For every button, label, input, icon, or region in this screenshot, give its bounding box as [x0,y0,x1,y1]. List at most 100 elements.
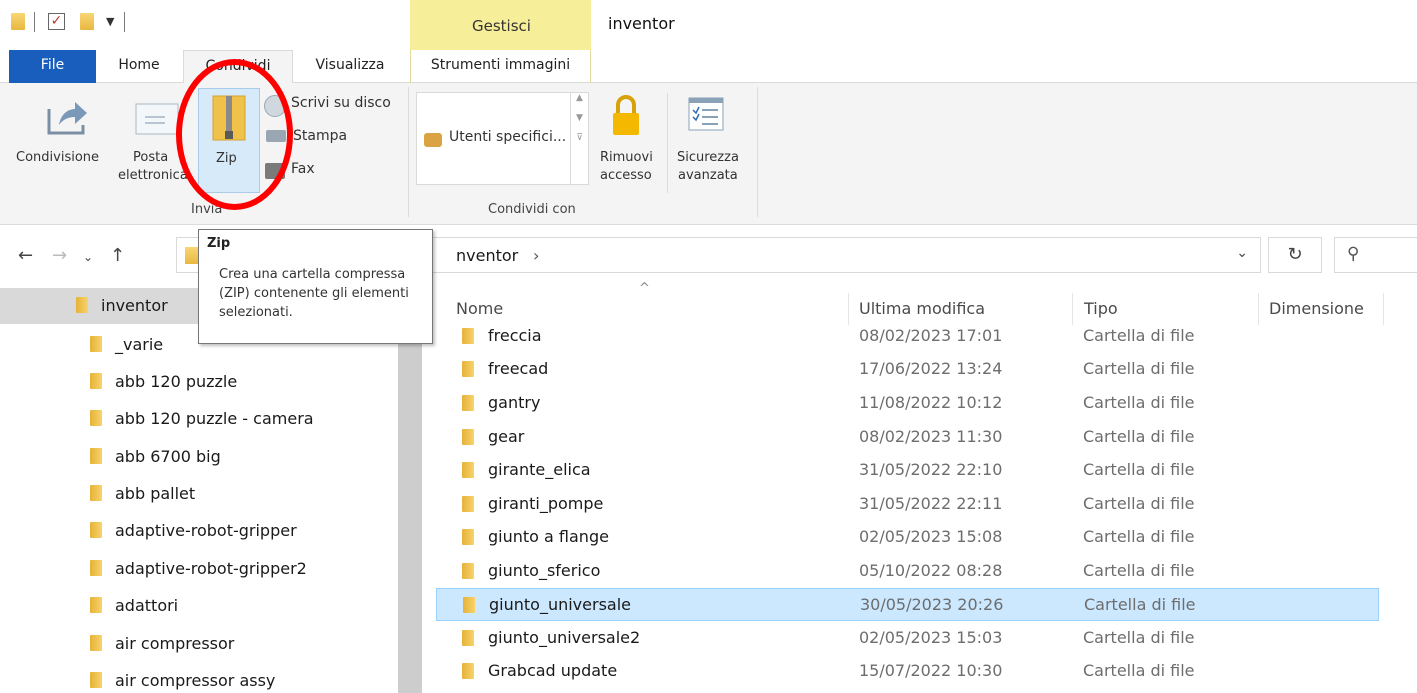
tab-file[interactable]: File [9,50,96,83]
forward-icon[interactable]: → [52,245,67,266]
address-dropdown-icon[interactable]: ⌄ [1236,245,1248,261]
folder-icon [90,635,102,651]
tooltip-text: Crea una cartella compressa (ZIP) conten… [219,267,409,320]
navigation-pane: inventor _varie abb 120 puzzle abb 120 p… [0,285,426,693]
table-row[interactable]: giunto_universale2 02/05/2023 15:03 Cart… [436,622,1379,655]
file-name: gear [488,427,525,446]
rimuovi-label-line1[interactable]: Rimuovi [600,149,653,166]
table-row[interactable]: girante_elica 31/05/2022 22:10 Cartella … [436,454,1379,487]
tree-item[interactable]: air compressor assy [0,663,398,693]
folder-icon [462,496,474,512]
scrollbar-thumb[interactable] [398,343,422,693]
breadcrumb[interactable]: nventor [456,246,518,265]
column-header-name[interactable]: Nome [456,299,503,318]
folder-icon [462,328,474,344]
tree-item[interactable]: abb 6700 big [0,439,398,475]
tree-item[interactable]: abb 120 puzzle - camera [0,401,398,437]
tab-strumenti-immagini[interactable]: Strumenti immagini [410,50,591,83]
folder-icon [462,529,474,545]
tree-item-label: _varie [115,335,164,354]
column-header-type[interactable]: Tipo [1084,299,1118,318]
stampa-button[interactable]: Stampa [293,128,347,144]
scrivi-su-disco-button[interactable]: Scrivi su disco [291,95,391,111]
search-input[interactable]: ⚲ [1334,237,1417,273]
column-header-size[interactable]: Dimensione [1269,299,1364,318]
posta-label-line2[interactable]: elettronica [118,167,188,184]
new-folder-icon[interactable] [80,13,94,30]
table-row[interactable]: gear 08/02/2023 11:30 Cartella di file [436,421,1379,454]
utenti-specifici-item[interactable]: Utenti specifici... [449,129,566,145]
recent-locations-icon[interactable]: ⌄ [83,250,93,264]
folder-icon [185,247,199,264]
email-icon[interactable] [135,103,179,135]
file-date: 15/07/2022 10:30 [859,661,1003,680]
file-type: Cartella di file [1083,393,1195,412]
lock-icon [613,95,639,135]
back-icon[interactable]: ← [18,245,33,266]
properties-icon[interactable]: ✓ [48,13,65,30]
file-type: Cartella di file [1083,527,1195,546]
file-date: 30/05/2023 20:26 [860,595,1004,614]
table-row[interactable]: Grabcad update 15/07/2022 10:30 Cartella… [436,655,1379,688]
breadcrumb-chevron-icon[interactable]: › [533,246,539,265]
security-checklist-icon [688,97,724,131]
sicurezza-label-line1[interactable]: Sicurezza [677,149,739,166]
search-icon: ⚲ [1347,244,1360,264]
file-type: Cartella di file [1083,460,1195,479]
tab-visualizza[interactable]: Visualizza [300,50,400,83]
file-type: Cartella di file [1084,595,1196,614]
file-type: Cartella di file [1083,628,1195,647]
tree-item[interactable]: adattori [0,588,398,624]
tree-item[interactable]: adaptive-robot-gripper2 [0,551,398,587]
tab-home[interactable]: Home [104,50,174,83]
ribbon-separator [667,93,668,193]
table-row[interactable]: gantry 11/08/2022 10:12 Cartella di file [436,387,1379,420]
tree-item[interactable]: abb pallet [0,476,398,512]
tree-item[interactable]: adaptive-robot-gripper [0,513,398,549]
posta-label-line1[interactable]: Posta [133,149,168,166]
rimuovi-label-line2[interactable]: accesso [600,167,652,184]
column-header-modified[interactable]: Ultima modifica [859,299,985,318]
file-date: 17/06/2022 13:24 [859,359,1003,378]
table-row[interactable]: freccia 08/02/2023 17:01 Cartella di fil… [436,320,1379,353]
customize-toolbar-icon[interactable]: ▼ [106,15,114,28]
refresh-icon[interactable]: ↻ [1268,237,1322,273]
fax-button[interactable]: Fax [291,161,315,177]
folder-icon [90,597,102,613]
file-type: Cartella di file [1083,494,1195,513]
condivisione-button[interactable]: Condivisione [16,149,99,166]
folder-icon [76,297,88,313]
folder-icon [90,448,102,464]
column-separator[interactable] [1383,293,1384,325]
zip-tooltip: Zip Crea una cartella compressa (ZIP) co… [198,229,433,344]
tree-item[interactable]: air compressor [0,626,398,662]
file-name: giunto_universale [489,595,631,614]
file-name: giunto a flange [488,527,609,546]
context-tab-gestisci[interactable]: Gestisci [472,17,531,35]
tree-item-label: adaptive-robot-gripper2 [115,559,307,578]
table-row[interactable]: giunto_sferico 05/10/2022 08:28 Cartella… [436,555,1379,588]
sort-ascending-icon: ^ [639,281,650,296]
up-icon[interactable]: ↑ [110,245,125,266]
file-name: giunto_universale2 [488,628,641,647]
table-row[interactable]: giunto a flange 02/05/2023 15:08 Cartell… [436,521,1379,554]
folder-icon [90,373,102,389]
file-list: ^ Nome Ultima modifica Tipo Dimensione f… [426,281,1417,693]
folder-icon[interactable] [11,13,25,30]
file-date: 08/02/2023 17:01 [859,326,1003,345]
file-type: Cartella di file [1083,561,1195,580]
share-icon[interactable] [45,97,89,137]
table-row[interactable]: giranti_pompe 31/05/2022 22:11 Cartella … [436,488,1379,521]
file-type: Cartella di file [1083,359,1195,378]
sicurezza-label-line2[interactable]: avanzata [678,167,738,184]
table-row[interactable]: freecad 17/06/2022 13:24 Cartella di fil… [436,353,1379,386]
gallery-scroll[interactable]: ▲ ▼ ⊽ [571,92,589,185]
window-title: inventor [608,14,675,33]
file-date: 02/05/2023 15:03 [859,628,1003,647]
tree-item[interactable]: abb 120 puzzle [0,364,398,400]
tree-item-label: abb 120 puzzle - camera [115,409,314,428]
tree-item-label: inventor [101,296,168,315]
folder-icon [462,563,474,579]
file-type: Cartella di file [1083,427,1195,446]
table-row-selected[interactable]: giunto_universale 30/05/2023 20:26 Carte… [436,588,1379,621]
